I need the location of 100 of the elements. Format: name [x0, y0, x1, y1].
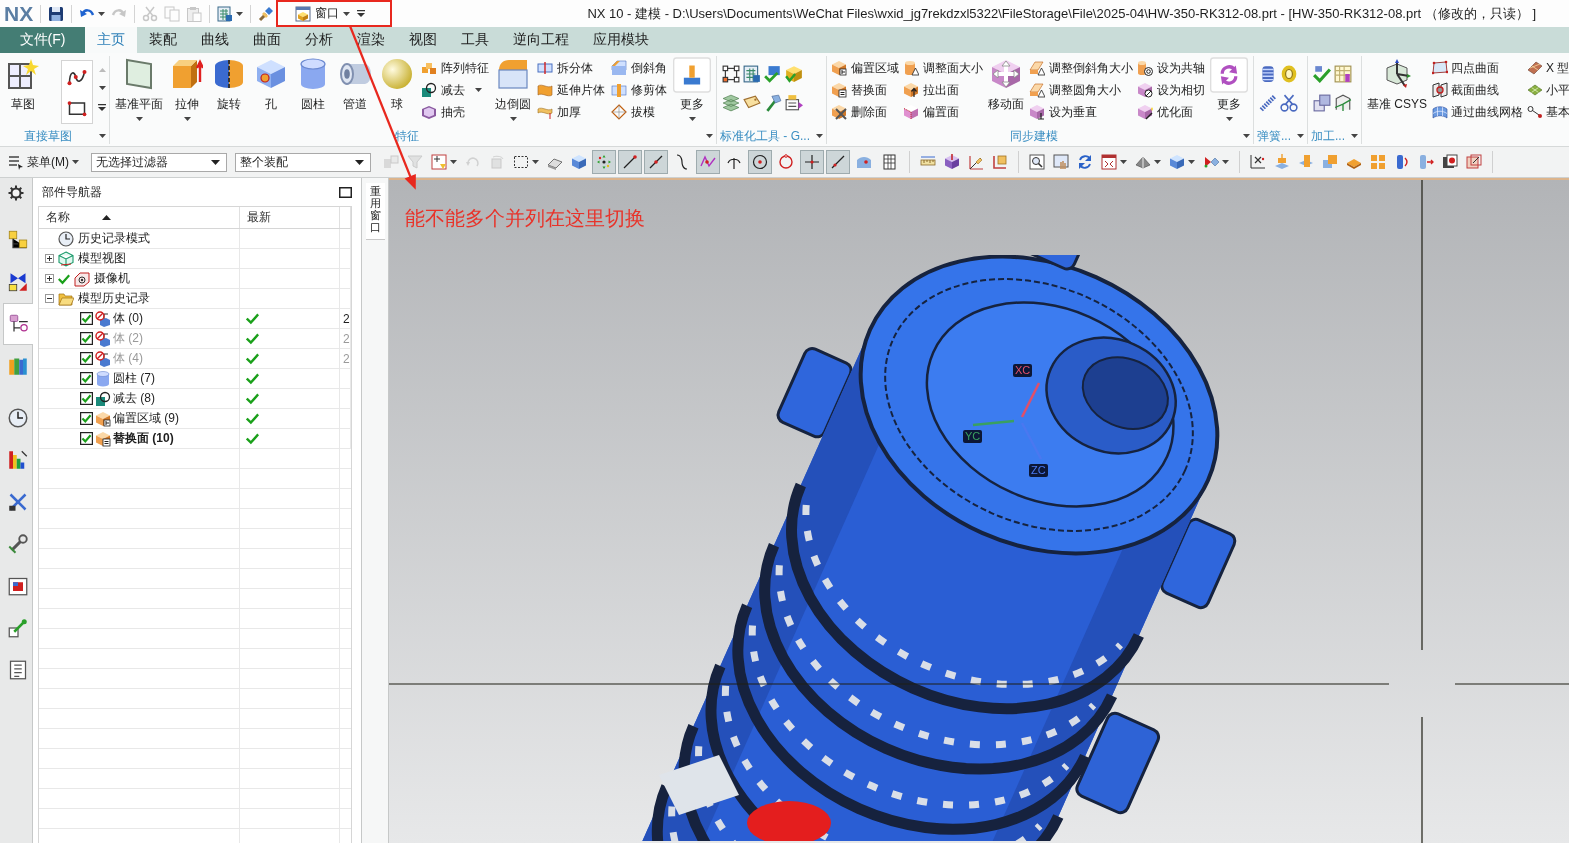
block-check-icon[interactable] — [764, 65, 782, 83]
window-menu[interactable]: 窗口 — [293, 3, 353, 24]
ribbon-button[interactable]: 拉伸 — [167, 56, 207, 128]
snap-toggle[interactable] — [748, 150, 772, 174]
ribbon-button[interactable]: 基准平面 — [113, 56, 165, 128]
grid-sheet-icon[interactable] — [1334, 65, 1352, 83]
tree-node[interactable]: 历史记录模式 — [78, 230, 150, 247]
stacked-blocks-icon[interactable] — [1313, 94, 1331, 112]
ribbon-tab[interactable]: 应用模块 — [581, 27, 661, 53]
ribbon-button[interactable]: 小平 — [1527, 81, 1569, 99]
frames-icon[interactable] — [1466, 154, 1482, 170]
shaded-wedge-icon[interactable] — [1135, 154, 1151, 170]
ribbon-button[interactable]: 管道 — [335, 56, 375, 128]
caret-icon[interactable] — [1120, 160, 1127, 164]
cube-icon[interactable] — [571, 154, 587, 170]
frame-dot-icon[interactable] — [1442, 154, 1458, 170]
tree-node[interactable]: 摄像机 — [94, 270, 130, 287]
ribbon-tab[interactable]: 主页 — [85, 27, 137, 53]
layers-icon[interactable] — [722, 94, 740, 112]
corner-block-icon[interactable] — [992, 154, 1008, 170]
snap-toggle[interactable] — [696, 150, 720, 174]
checkbox[interactable] — [80, 372, 93, 385]
washer-icon[interactable] — [1280, 65, 1298, 83]
snap-toggle[interactable] — [618, 150, 642, 174]
scroll-down-icon[interactable] — [98, 86, 106, 90]
ribbon-button[interactable]: 阵列特征 — [421, 59, 489, 77]
caret-icon[interactable] — [1243, 134, 1250, 138]
more-button[interactable]: 更多 — [671, 56, 713, 128]
tree-node[interactable]: 模型视图 — [78, 250, 126, 267]
caret-icon[interactable] — [450, 160, 457, 164]
ribbon-tab[interactable]: 逆向工程 — [501, 27, 581, 53]
checkbox[interactable] — [80, 432, 93, 445]
ribbon-button[interactable]: 调整倒斜角大小 — [1029, 59, 1133, 77]
cylinder-arc-icon[interactable] — [1394, 154, 1410, 170]
ribbon-tab[interactable]: 分析 — [293, 27, 345, 53]
tree-node[interactable]: 减去 (8) — [113, 390, 155, 407]
ribbon-button[interactable]: 设为共轴 — [1137, 59, 1205, 77]
ribbon-button[interactable]: 拉出面 — [903, 81, 983, 99]
ribbon-button[interactable]: 删除面 — [831, 103, 899, 121]
caret-icon[interactable] — [1351, 134, 1359, 138]
cylinder-arrow-icon[interactable] — [1418, 154, 1434, 170]
snap-toggle[interactable] — [592, 150, 616, 174]
tree-node[interactable]: 圆柱 (7) — [113, 370, 155, 387]
snap-toggle[interactable] — [826, 150, 850, 174]
ribbon-button[interactable]: 截面曲线 — [1432, 81, 1524, 99]
ribbon-button[interactable]: 调整圆角大小 — [1029, 81, 1133, 99]
table-sheets-icon[interactable] — [743, 65, 761, 83]
ribbon-tab[interactable]: 工具 — [449, 27, 501, 53]
ribbon-button[interactable]: 草图 — [3, 56, 43, 128]
vertical-tab[interactable]: 重用窗口 — [365, 183, 385, 241]
spring-icon[interactable] — [1259, 94, 1277, 112]
ribbon-button[interactable]: 偏置面 — [903, 103, 983, 121]
refresh-icon[interactable] — [1077, 154, 1093, 170]
ribbon-button[interactable]: 四点曲面 — [1432, 59, 1524, 77]
ribbon-button[interactable]: 基准 CSYS — [1365, 56, 1430, 128]
tree-node[interactable]: 模型历史记录 — [78, 290, 150, 307]
caret-icon[interactable] — [532, 160, 539, 164]
caret-icon[interactable] — [236, 11, 244, 16]
ribbon-button[interactable]: 旋转 — [209, 56, 249, 128]
ribbon-button[interactable]: 设为相切 — [1137, 81, 1205, 99]
caret-icon[interactable] — [99, 134, 106, 138]
caret-icon[interactable] — [1297, 134, 1304, 138]
filter-dropdown[interactable]: 无选择过滤器 — [91, 152, 227, 172]
hammer-icon[interactable] — [764, 94, 782, 112]
zoom-frame-icon[interactable] — [1029, 154, 1045, 170]
ribbon-button[interactable]: 孔 — [251, 56, 291, 128]
ribbon-button[interactable]: 调整面大小 — [903, 59, 983, 77]
ribbon-button[interactable]: 拆分体 — [537, 59, 605, 77]
customize-caret-icon[interactable] — [357, 10, 366, 17]
hand-window-icon[interactable] — [1053, 154, 1069, 170]
ribbon-button[interactable]: 移动面 — [986, 56, 1026, 128]
angle-ruler-icon[interactable] — [968, 154, 984, 170]
checkbox[interactable] — [80, 312, 93, 325]
more-button[interactable]: 更多 — [1208, 56, 1250, 128]
snap-toggle[interactable] — [800, 150, 824, 174]
checkbox[interactable] — [80, 352, 93, 365]
ribbon-button[interactable]: 修剪体 — [611, 81, 667, 99]
scissors-icon[interactable] — [1280, 94, 1298, 112]
ribbon-button[interactable]: 偏置区域 — [831, 59, 899, 77]
caret-icon[interactable] — [706, 134, 713, 138]
block-check-icon[interactable] — [1313, 65, 1331, 83]
checkbox[interactable] — [80, 332, 93, 345]
coil-stack-icon[interactable] — [1259, 65, 1277, 83]
ribbon-button[interactable]: 减去 — [421, 81, 489, 99]
ribbon-button[interactable]: 设为垂直 — [1029, 103, 1133, 121]
file-tab[interactable]: 文件(F) — [0, 27, 85, 53]
dashed-rectangle-icon[interactable] — [513, 154, 529, 170]
ribbon-button[interactable]: 圆柱 — [293, 56, 333, 128]
snap-toggle[interactable] — [644, 150, 668, 174]
expand-icon[interactable] — [45, 254, 54, 263]
tree-node[interactable]: 偏置区域 (9) — [113, 410, 179, 427]
table-sheets-icon[interactable] — [217, 5, 234, 22]
cube-icon[interactable] — [1169, 154, 1185, 170]
window-arrows-icon[interactable] — [1101, 154, 1117, 170]
collapse-icon[interactable] — [45, 294, 54, 303]
ribbon-button[interactable]: 球 — [377, 56, 417, 128]
ribbon-button[interactable]: 拔模 — [611, 103, 667, 121]
ribbon-button[interactable]: 边倒圆 — [493, 56, 533, 128]
settings-icon[interactable] — [8, 185, 24, 201]
ribbon-button[interactable]: 优化面 — [1137, 103, 1205, 121]
